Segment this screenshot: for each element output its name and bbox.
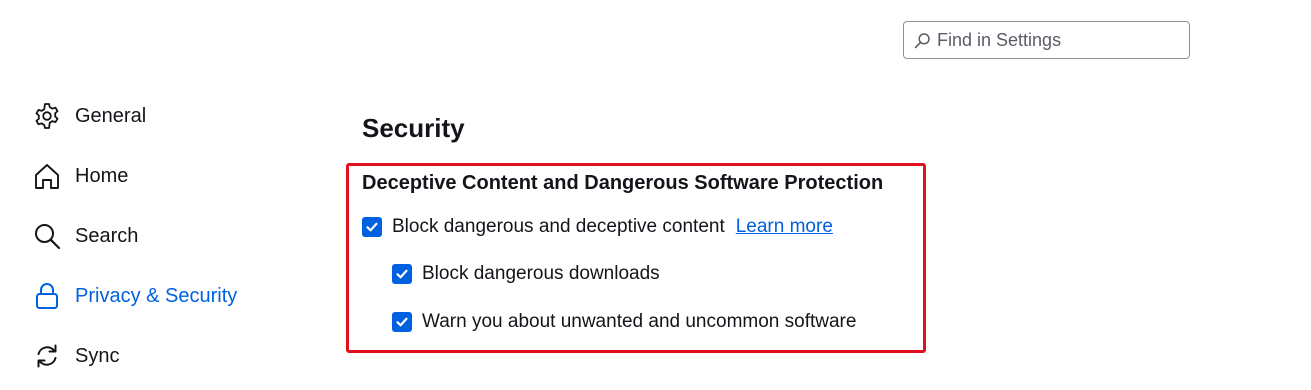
protection-group-title: Deceptive Content and Dangerous Software… <box>362 172 884 194</box>
block-deceptive-content-option: Block dangerous and deceptive content Le… <box>362 216 833 238</box>
warn-unwanted-software-option: Warn you about unwanted and uncommon sof… <box>392 311 856 333</box>
sidebar-item-label: Search <box>75 224 139 247</box>
sidebar-item-privacy-security[interactable]: Privacy & Security <box>32 276 237 316</box>
block-downloads-checkbox[interactable] <box>392 264 412 284</box>
sidebar-item-home[interactable]: Home <box>32 156 128 196</box>
sidebar-item-general[interactable]: General <box>32 96 146 136</box>
lock-icon <box>32 281 62 311</box>
gear-icon <box>32 101 62 131</box>
sidebar: General Home Search Privacy & Security S… <box>0 0 300 390</box>
sidebar-item-label: Sync <box>75 344 120 367</box>
search-input[interactable] <box>937 29 1189 51</box>
sync-icon <box>32 341 62 371</box>
search-icon <box>32 221 62 251</box>
search-icon <box>914 32 930 48</box>
learn-more-link[interactable]: Learn more <box>736 216 833 238</box>
warn-unwanted-software-label[interactable]: Warn you about unwanted and uncommon sof… <box>422 311 856 333</box>
sidebar-item-sync[interactable]: Sync <box>32 336 119 376</box>
block-deceptive-content-label[interactable]: Block dangerous and deceptive content <box>392 216 725 238</box>
checkmark-icon <box>396 317 408 327</box>
block-deceptive-content-checkbox[interactable] <box>362 217 382 237</box>
find-in-settings-field[interactable] <box>903 21 1190 59</box>
block-downloads-option: Block dangerous downloads <box>392 263 660 285</box>
warn-unwanted-software-checkbox[interactable] <box>392 312 412 332</box>
sidebar-item-search[interactable]: Search <box>32 216 138 256</box>
checkmark-icon <box>366 222 378 232</box>
home-icon <box>32 161 62 191</box>
checkmark-icon <box>396 269 408 279</box>
security-section-title: Security <box>362 113 465 143</box>
sidebar-item-label: Privacy & Security <box>75 284 238 307</box>
sidebar-item-label: Home <box>75 164 129 187</box>
block-downloads-label[interactable]: Block dangerous downloads <box>422 263 660 285</box>
sidebar-item-label: General <box>75 104 147 127</box>
